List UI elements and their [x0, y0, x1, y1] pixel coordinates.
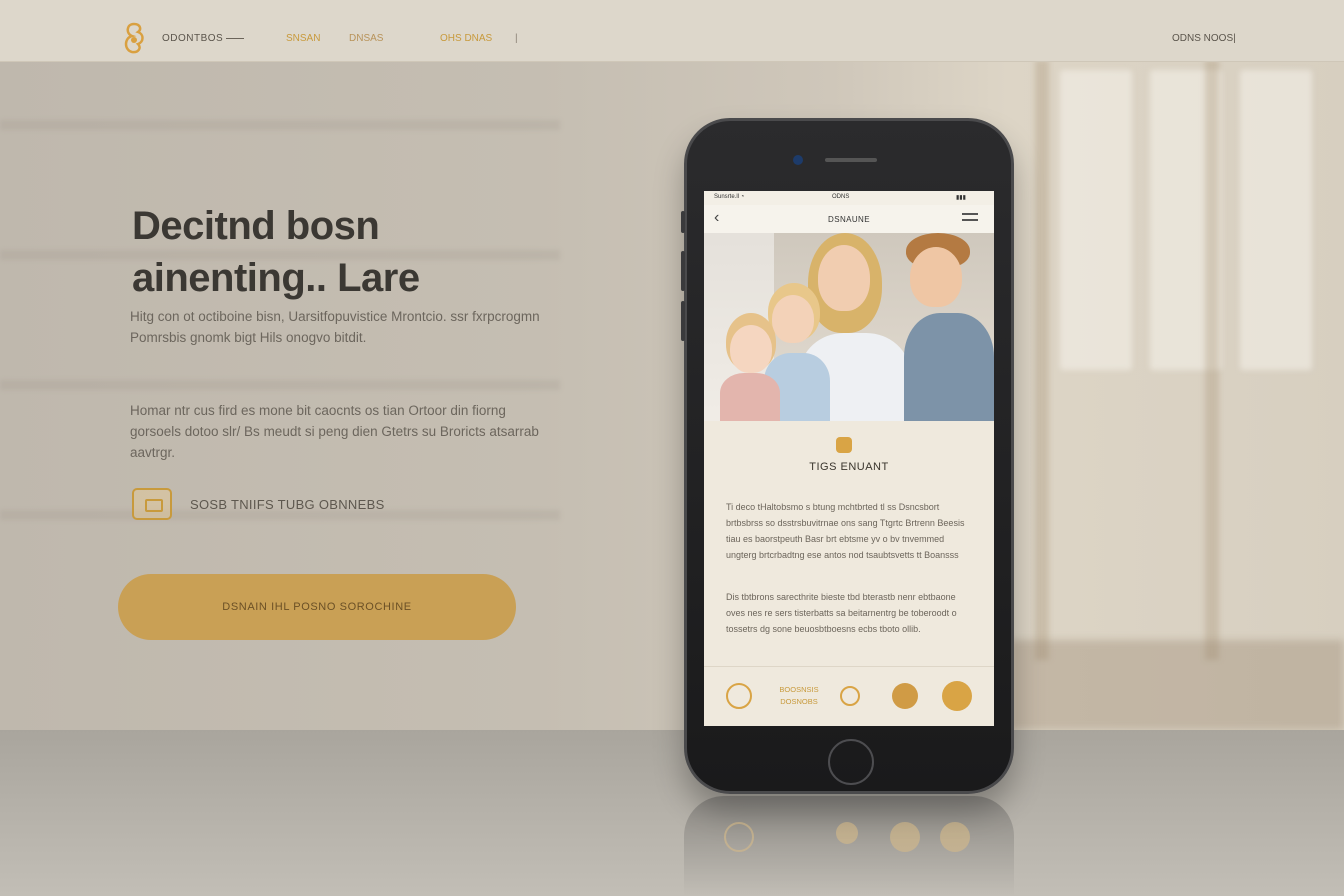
mute-switch: [681, 211, 685, 233]
top-navigation: ODONTBOS SNSAN DNSAS OHS DNAS | ODNS NOO…: [0, 0, 1344, 62]
hero-title: Decitnd bosn ainenting.. Lare: [132, 200, 552, 304]
family-photo: [704, 233, 994, 421]
hero-paragraph-1: Hitg con ot octiboine bisn, Uarsitfopuvi…: [130, 309, 540, 345]
phone-reflection: [684, 796, 1014, 896]
clock-icon[interactable]: [840, 686, 860, 706]
cta-button[interactable]: DSNAIN IHL POSNO SOROCHINE: [118, 574, 516, 640]
frame-icon: [132, 488, 172, 520]
nav-link-2[interactable]: DNSAS: [349, 33, 383, 44]
bell-icon-reflection: [940, 822, 970, 852]
info-card: TIGS ENUANT Ti deco tHaltobsmo s btung m…: [704, 421, 994, 726]
feature-label: SOSB TNIIFS TUBG OBNNEBS: [190, 497, 385, 512]
nav-link-1[interactable]: SNSAN: [286, 33, 320, 44]
clock-icon-reflection: [836, 822, 858, 844]
hero-title-line-2: ainenting.. Lare: [132, 256, 420, 300]
hero-paragraph-2: Homar ntr cus fird es mone bit caocnts o…: [130, 403, 539, 460]
logo-icon[interactable]: [120, 20, 148, 56]
app-header: ‹ DSNAUNE: [704, 205, 994, 233]
brand-divider: [226, 38, 244, 39]
bell-icon[interactable]: [942, 681, 972, 711]
tab-bar-divider: [704, 666, 994, 667]
menu-icon[interactable]: [962, 213, 978, 221]
status-time: ODNS: [832, 194, 850, 200]
battery-icon: ▮▮▮: [956, 195, 966, 201]
brand-name: ODONTBOS: [162, 33, 224, 44]
heart-icon[interactable]: [726, 683, 752, 709]
card-title: TIGS ENUANT: [809, 461, 889, 473]
profile-icon-reflection: [890, 822, 920, 852]
card-paragraph-2: Dis tbtbrons sarecthrite bieste tbd bter…: [726, 592, 957, 634]
card-paragraph-1: Ti deco tHaltobsmo s btung mchtbrted tl …: [726, 502, 965, 560]
heart-icon-reflection: [724, 822, 754, 852]
profile-icon[interactable]: [892, 683, 918, 709]
hero-title-line-1: Decitnd bosn: [132, 204, 380, 248]
earpiece-speaker: [825, 158, 877, 162]
tabletop: [0, 730, 1344, 896]
nav-link-3[interactable]: OHS DNAS: [440, 33, 492, 44]
volume-down-button: [681, 301, 685, 341]
app-title: DSNAUNE: [828, 215, 870, 224]
volume-up-button: [681, 251, 685, 291]
tab-label[interactable]: BOOSNSIS DOSNOBS: [774, 684, 824, 708]
phone-screen: Sunsrte.ll ◔ ODNS ▮▮▮ ‹ DSNAUNE TIGS ENU…: [704, 191, 994, 726]
status-carrier: Sunsrte.ll ◔: [714, 194, 745, 200]
status-bar: Sunsrte.ll ◔ ODNS ▮▮▮: [704, 191, 994, 205]
front-camera: [793, 155, 803, 165]
badge-icon: [836, 437, 852, 453]
home-button[interactable]: [828, 739, 874, 785]
nav-separator: |: [515, 33, 518, 44]
phone-mockup: Sunsrte.ll ◔ ODNS ▮▮▮ ‹ DSNAUNE TIGS ENU…: [681, 118, 1014, 794]
nav-link-right[interactable]: ODNS NOOS|: [1172, 33, 1236, 44]
